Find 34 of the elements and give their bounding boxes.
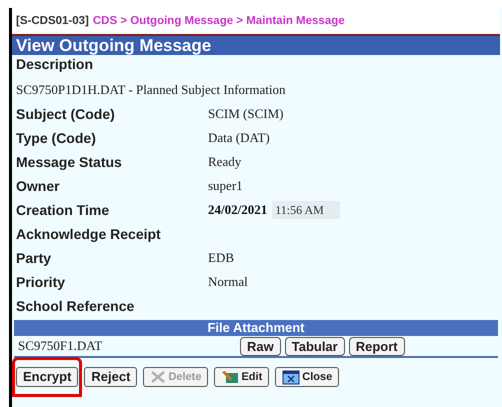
screen-code: [S-CDS01-03] (16, 14, 89, 29)
field-value: Data (DAT) (208, 129, 270, 148)
field-label: Priority (16, 272, 66, 292)
cross-icon (150, 370, 166, 384)
field-value: super1 (208, 177, 243, 196)
action-button[interactable]: Reject (84, 367, 138, 387)
field-label: Message Status (16, 152, 123, 172)
field-value: Ready (208, 153, 242, 172)
attachment-button[interactable]: Report (348, 336, 405, 356)
date-value: 24/02/2021 (208, 201, 268, 220)
field-value: SC9750P1D1H.DAT - Planned Subject Information (15, 82, 286, 98)
close-button[interactable]: Close (275, 367, 340, 387)
action-button[interactable]: Encrypt (16, 367, 78, 387)
field-value: SCIM (SCIM) (208, 105, 284, 124)
field-label: Acknowledge Receipt (16, 224, 162, 244)
window-close-icon (282, 370, 300, 384)
time-field: 11:56 AM (272, 201, 340, 219)
field-label: Creation Time (16, 200, 110, 220)
field-label: Description (15, 55, 94, 73)
field-label: Subject (Code) (16, 104, 116, 124)
field-value: Normal (208, 273, 248, 292)
field-label: Owner (16, 176, 61, 196)
field-label: Party (16, 248, 52, 268)
field-label: Type (Code) (16, 128, 97, 148)
attachment-button[interactable]: Raw (240, 336, 281, 356)
field-value: EDB (208, 249, 234, 268)
section-header: File Attachment (14, 320, 498, 336)
pencil-icon (221, 370, 240, 384)
edit-button[interactable]: Edit (214, 367, 270, 387)
attachment-button[interactable]: Tabular (284, 336, 345, 356)
breadcrumb: CDS > Outgoing Message > Maintain Message (92, 14, 345, 29)
page-title: View Outgoing Message (12, 34, 500, 55)
field-label: School Reference (16, 296, 136, 316)
file-name: SC9750F1.DAT (18, 337, 104, 356)
